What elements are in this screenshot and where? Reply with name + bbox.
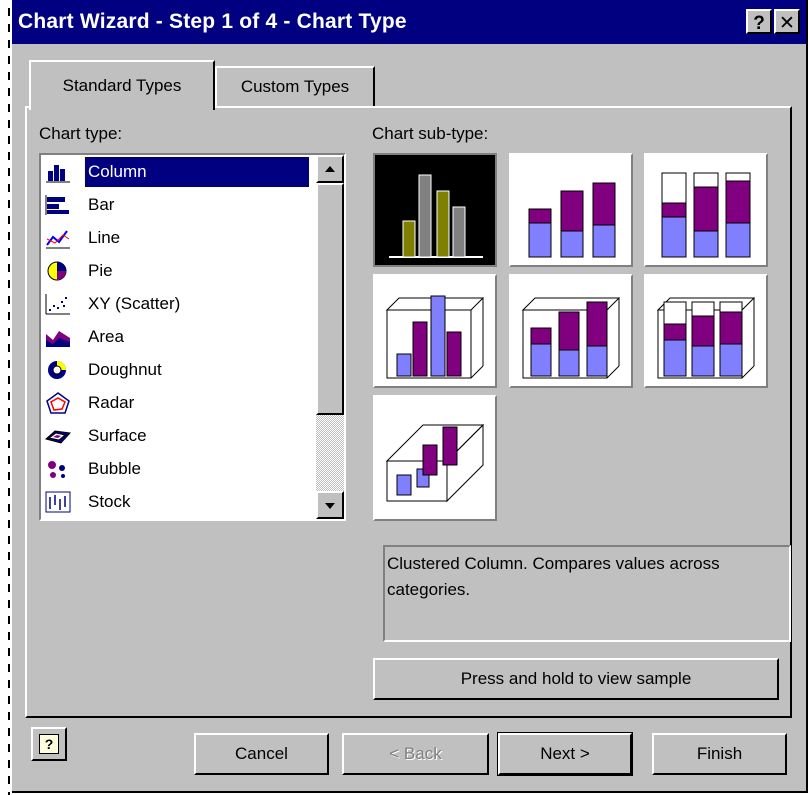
list-item-label: Radar [88, 393, 135, 412]
chart-subtype-label: Chart sub-type: [372, 124, 489, 143]
stock-chart-icon [45, 491, 71, 513]
list-item-bar[interactable]: Bar [43, 190, 311, 220]
cancel-button[interactable]: Cancel [194, 733, 329, 775]
finish-button[interactable]: Finish [652, 733, 787, 775]
office-assistant-help-button[interactable]: ? [31, 727, 67, 761]
list-item-doughnut[interactable]: Doughnut [43, 355, 311, 385]
area-chart-icon [45, 326, 71, 348]
scroll-thumb[interactable] [316, 183, 344, 415]
list-item-radar[interactable]: Radar [43, 388, 311, 418]
line-chart-icon [45, 227, 71, 249]
chart-wizard-dialog: Chart Wizard - Step 1 of 4 - Chart Type … [12, 0, 808, 793]
close-button[interactable]: ✕ [774, 9, 800, 34]
list-item-xy-scatter[interactable]: XY (Scatter) [43, 289, 311, 319]
arrow-up-icon [325, 166, 335, 172]
tab-custom-types[interactable]: Custom Types [215, 66, 375, 106]
list-item-label: Line [88, 228, 121, 247]
subtype-description: Clustered Column. Compares values across… [383, 545, 791, 642]
column-chart-icon [45, 161, 71, 183]
list-item-bubble[interactable]: Bubble [43, 454, 311, 484]
list-item-pie[interactable]: Pie [43, 256, 311, 286]
list-item-line[interactable]: Line [43, 223, 311, 253]
100-percent-stacked-column-icon[interactable] [644, 153, 768, 267]
scroll-up-button[interactable] [316, 155, 344, 183]
list-item-column[interactable]: Column [43, 156, 311, 188]
scatter-chart-icon [45, 293, 71, 315]
help-icon: ? [39, 734, 59, 754]
bubble-chart-icon [45, 458, 71, 480]
chart-type-label: Chart type: [39, 124, 123, 143]
next-button[interactable]: Next > [497, 732, 633, 776]
list-item-label: Doughnut [88, 360, 162, 379]
list-item-label: Area [88, 327, 124, 346]
scroll-track[interactable] [316, 415, 344, 491]
list-item-stock[interactable]: Stock [43, 487, 311, 517]
bar-chart-icon [45, 194, 71, 216]
3d-column-icon[interactable] [373, 395, 497, 521]
listbox-scrollbar[interactable] [316, 155, 344, 519]
list-item-label: Pie [88, 261, 113, 280]
scroll-down-button[interactable] [316, 491, 344, 519]
list-item-label: Column [84, 156, 310, 188]
window-title: Chart Wizard - Step 1 of 4 - Chart Type [18, 10, 407, 33]
back-button[interactable]: < Back [342, 733, 489, 775]
list-item-label: XY (Scatter) [88, 294, 181, 313]
surface-chart-icon [44, 425, 72, 447]
chart-type-listbox[interactable]: Column Bar Line Pie XY (Scatter) Area Doughnut… [39, 153, 346, 521]
background-edge [0, 0, 12, 795]
list-item-surface[interactable]: Surface [43, 421, 311, 451]
list-item-label: Bar [88, 195, 115, 214]
press-and-hold-sample-button[interactable]: Press and hold to view sample [373, 658, 779, 700]
stacked-column-icon[interactable] [509, 153, 633, 267]
tab-standard-types[interactable]: Standard Types [29, 60, 215, 110]
list-item-area[interactable]: Area [43, 322, 311, 352]
list-item-label: Bubble [88, 459, 141, 478]
list-item-label: Surface [88, 426, 147, 445]
100-percent-stacked-3d-column-icon[interactable] [644, 274, 768, 388]
pie-chart-icon [45, 260, 71, 282]
title-bar[interactable]: Chart Wizard - Step 1 of 4 - Chart Type … [12, 0, 806, 44]
radar-chart-icon [45, 392, 71, 414]
stacked-3d-column-icon[interactable] [509, 274, 633, 388]
doughnut-chart-icon [45, 359, 71, 381]
help-caption-button[interactable]: ? [746, 9, 772, 34]
list-item-label: Stock [88, 492, 131, 511]
clustered-column-icon[interactable] [373, 153, 497, 267]
arrow-down-icon [325, 503, 335, 509]
clustered-3d-column-icon[interactable] [373, 274, 497, 388]
